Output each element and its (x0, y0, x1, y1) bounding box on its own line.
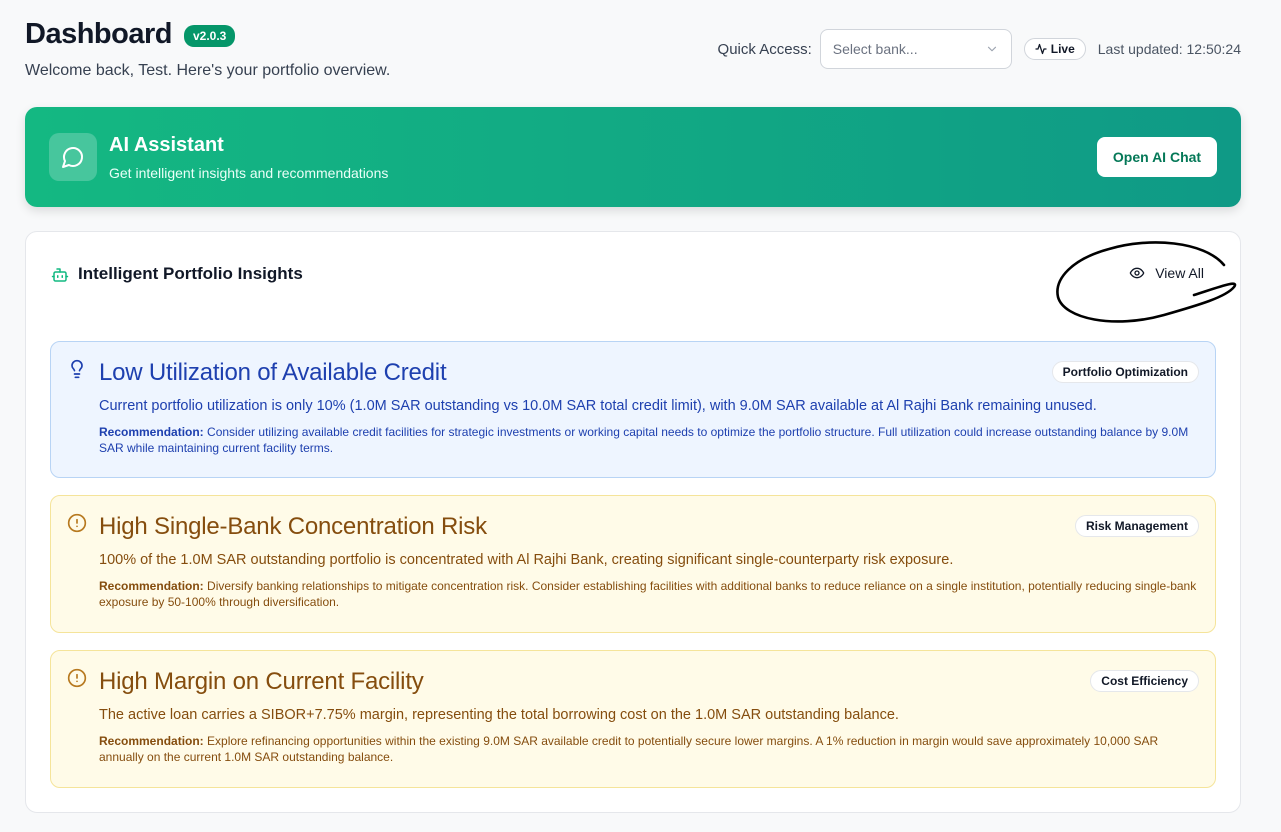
ai-icon-box (49, 133, 97, 181)
chat-bubble-icon (62, 147, 83, 168)
insight-recommendation: Recommendation: Consider utilizing avail… (99, 424, 1197, 456)
live-status-badge: Live (1023, 38, 1086, 60)
insight-recommendation: Recommendation: Explore refinancing oppo… (99, 733, 1197, 765)
bot-icon (51, 268, 69, 282)
ai-assistant-subtitle: Get intelligent insights and recommendat… (109, 165, 389, 181)
chevron-down-icon (987, 46, 996, 52)
open-ai-chat-button[interactable]: Open AI Chat (1097, 137, 1217, 177)
recommendation-label: Recommendation: (99, 734, 204, 748)
eye-icon (1129, 267, 1145, 279)
ai-assistant-banner: AI Assistant Get intelligent insights an… (25, 107, 1241, 207)
welcome-text: Welcome back, Test. Here's your portfoli… (25, 62, 391, 79)
insights-title: Intelligent Portfolio Insights (78, 264, 303, 283)
insights-card: Intelligent Portfolio Insights View All … (25, 231, 1241, 813)
recommendation-text: Consider utilizing available credit faci… (99, 425, 1189, 455)
bank-select-placeholder: Select bank... (832, 41, 918, 57)
insight-card: High Single-Bank Concentration Risk Risk… (50, 495, 1216, 633)
recommendation-text: Diversify banking relationships to mitig… (99, 579, 1197, 609)
header-controls: Quick Access: Select bank... Live Last u… (718, 29, 1241, 69)
alert-circle-icon (67, 668, 87, 688)
insight-recommendation: Recommendation: Diversify banking relati… (99, 578, 1197, 610)
view-all-label: View All (1155, 265, 1204, 281)
version-badge: v2.0.3 (183, 24, 236, 47)
page-header: Dashboard v2.0.3 Welcome back, Test. Her… (25, 18, 1241, 88)
insight-card: High Margin on Current Facility Cost Eff… (50, 650, 1216, 788)
insight-card: Low Utilization of Available Credit Port… (50, 341, 1216, 478)
recommendation-text: Explore refinancing opportunities within… (99, 734, 1159, 764)
page-title: Dashboard (25, 18, 172, 50)
lightbulb-icon (71, 359, 83, 379)
activity-icon (1035, 43, 1047, 55)
insight-tag: Cost Efficiency (1090, 670, 1199, 692)
recommendation-label: Recommendation: (99, 425, 204, 439)
insight-title: High Margin on Current Facility (99, 668, 424, 695)
live-label: Live (1050, 42, 1075, 56)
insight-tag: Portfolio Optimization (1051, 361, 1199, 383)
alert-circle-icon (67, 513, 87, 533)
ai-assistant-title: AI Assistant (109, 134, 224, 156)
insight-description: The active loan carries a SIBOR+7.75% ma… (99, 707, 899, 723)
insight-description: 100% of the 1.0M SAR outstanding portfol… (99, 552, 954, 568)
hand-drawn-circle-annotation (1056, 241, 1237, 323)
bank-select[interactable]: Select bank... (819, 29, 1012, 69)
insight-title: Low Utilization of Available Credit (99, 359, 447, 386)
recommendation-label: Recommendation: (99, 579, 204, 593)
view-all-button[interactable]: View All (1129, 265, 1204, 281)
insight-title: High Single-Bank Concentration Risk (99, 513, 487, 540)
insight-description: Current portfolio utilization is only 10… (99, 398, 1097, 414)
last-updated: Last updated: 12:50:24 (1097, 41, 1241, 57)
quick-access-label: Quick Access: (717, 40, 812, 58)
insight-tag: Risk Management (1074, 515, 1199, 537)
